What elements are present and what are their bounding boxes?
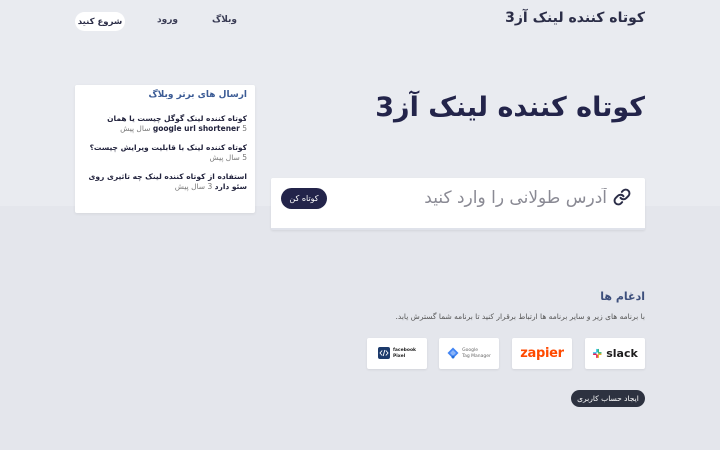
blog-panel-heading: ارسال های برتر وبلاگ: [148, 90, 247, 100]
blog-post-time: 3 سال پیش: [174, 182, 213, 191]
url-input[interactable]: [377, 184, 607, 212]
create-account-button[interactable]: ایجاد حساب کاربری: [571, 390, 645, 407]
hero-title: کوتاه کننده لینک آز3: [375, 92, 645, 123]
slack-wordmark: slack: [606, 347, 638, 360]
top-navigation: کوتاه کننده لینک آز3 وبلاگ ورود شروع کنی…: [75, 10, 645, 34]
google-tag-manager-icon: [447, 344, 459, 363]
integrations-description: با برنامه های زیر و سایر برنامه ها ارتبا…: [395, 312, 646, 321]
fb-line2: Pixel: [392, 353, 406, 359]
nav-blog-link[interactable]: وبلاگ: [212, 15, 237, 25]
blog-post-title[interactable]: استفاده از کوتاه کننده لینک چه تاثیری رو…: [88, 172, 247, 191]
gtm-line2: Tag Manager: [462, 353, 491, 359]
slack-icon: [592, 344, 603, 363]
shorten-form: کوتاه کن: [271, 178, 645, 230]
link-icon: [613, 188, 631, 206]
blog-post-time: 5 سال پیش: [209, 153, 247, 162]
fb-line1: facebook: [392, 348, 417, 353]
blog-post-item[interactable]: استفاده از کوتاه کننده لینک چه تاثیری رو…: [83, 172, 247, 192]
nav-login-link[interactable]: ورود: [157, 15, 178, 25]
facebook-pixel-wordmark: facebook Pixel: [393, 348, 416, 359]
start-button[interactable]: شروع کنید: [75, 12, 125, 31]
zapier-wordmark: zapier: [520, 346, 564, 361]
google-tag-manager-logo-card[interactable]: Google Tag Manager: [439, 338, 499, 369]
slack-logo-card[interactable]: slack: [585, 338, 645, 369]
shorten-button[interactable]: کوتاه کن: [281, 188, 327, 209]
google-tag-manager-wordmark: Google Tag Manager: [462, 348, 491, 359]
integrations-section: ادغام ها با برنامه های زیر و سایر برنامه…: [365, 290, 646, 407]
integration-logos: slack zapier Google Tag Manager facebook…: [367, 338, 645, 370]
brand-title[interactable]: کوتاه کننده لینک آز3: [505, 10, 645, 26]
blog-post-title[interactable]: کوتاه کننده لینک با قابلیت ویرایش چیست؟: [90, 143, 247, 152]
blog-post-item[interactable]: کوتاه کننده لینک گوگل چیست یا همان googl…: [83, 114, 247, 134]
code-icon: [377, 344, 390, 363]
top-blog-posts-panel: ارسال های برتر وبلاگ کوتاه کننده لینک گو…: [75, 85, 255, 213]
integrations-title: ادغام ها: [600, 290, 645, 303]
gtm-line1: Google: [462, 348, 478, 353]
zapier-logo-card[interactable]: zapier: [512, 338, 572, 369]
facebook-pixel-logo-card[interactable]: facebook Pixel: [367, 338, 427, 369]
blog-post-item[interactable]: کوتاه کننده لینک با قابلیت ویرایش چیست؟ …: [83, 143, 247, 163]
